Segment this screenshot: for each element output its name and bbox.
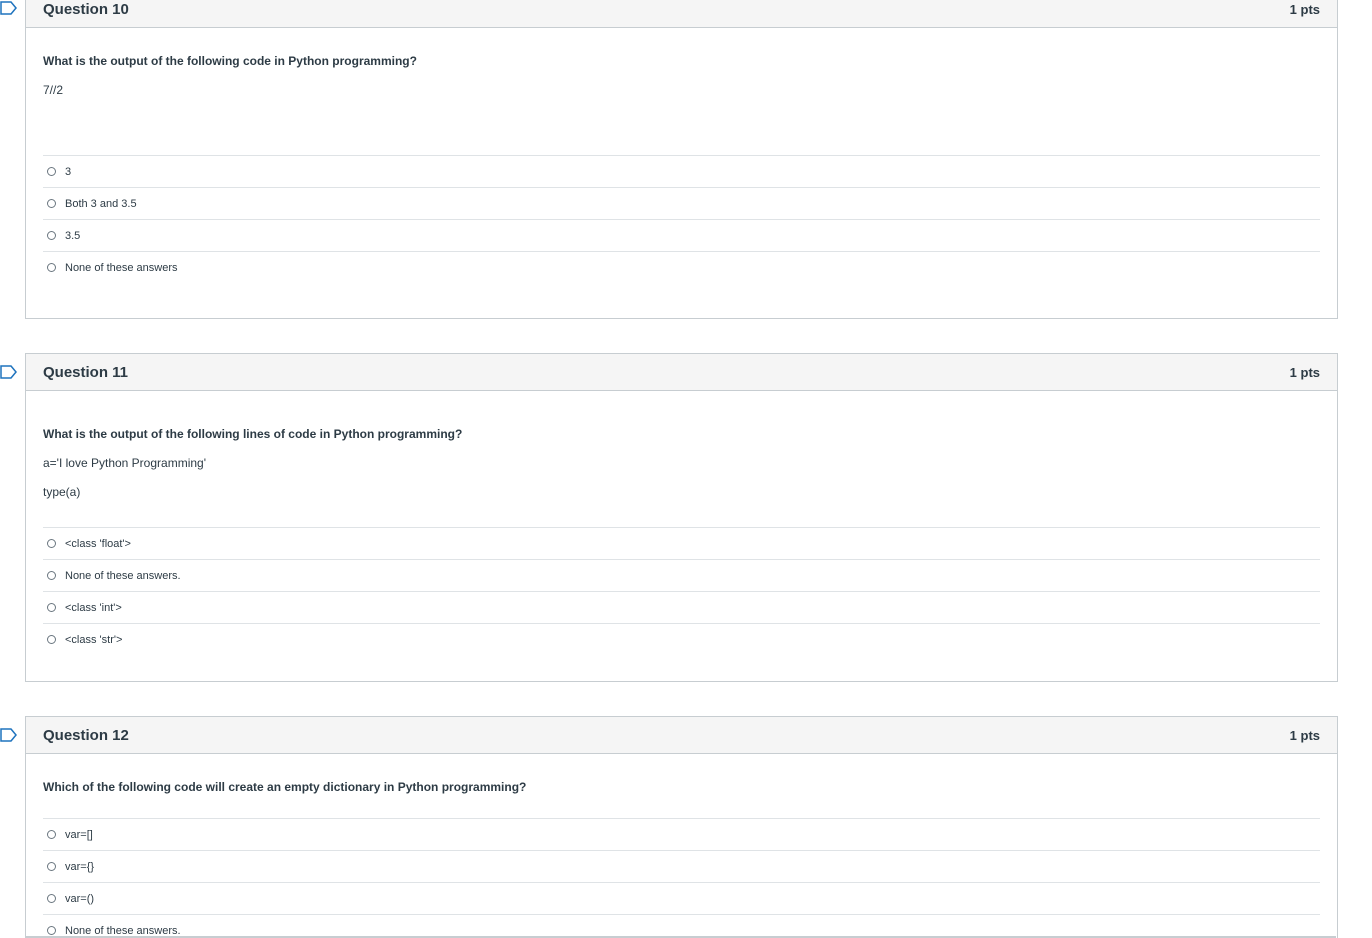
question-title: Question 12: [43, 726, 129, 744]
question-header: Question 12 1 pts: [26, 717, 1337, 754]
radio-button-icon[interactable]: [47, 167, 56, 176]
question-12: Question 12 1 pts Which of the following…: [25, 716, 1338, 938]
question-body: What is the output of the following line…: [26, 427, 1337, 655]
answer-option[interactable]: <class 'int'>: [43, 592, 1320, 624]
radio-button-icon[interactable]: [47, 571, 56, 580]
question-text: What is the output of the following code…: [43, 54, 417, 68]
answer-label: None of these answers: [65, 261, 178, 274]
answer-option[interactable]: <class 'float'>: [43, 528, 1320, 560]
answer-option[interactable]: var=[]: [43, 819, 1320, 851]
radio-button-icon[interactable]: [47, 926, 56, 935]
radio-button-icon[interactable]: [47, 263, 56, 272]
answer-label: None of these answers.: [65, 924, 181, 937]
question-code-line: 7//2: [43, 83, 64, 97]
flag-question-11-icon[interactable]: [0, 365, 18, 379]
flag-question-12-icon[interactable]: [0, 728, 18, 742]
answer-option[interactable]: 3: [43, 156, 1320, 188]
question-11: Question 11 1 pts What is the output of …: [25, 353, 1338, 682]
radio-button-icon[interactable]: [47, 231, 56, 240]
question-title: Question 10: [43, 0, 129, 18]
answer-option[interactable]: None of these answers.: [43, 560, 1320, 592]
answer-label: None of these answers.: [65, 569, 181, 582]
answer-option[interactable]: None of these answers.: [43, 915, 1320, 938]
radio-button-icon[interactable]: [47, 603, 56, 612]
answer-option[interactable]: var=(): [43, 883, 1320, 915]
radio-button-icon[interactable]: [47, 199, 56, 208]
answer-label: <class 'float'>: [65, 537, 131, 550]
question-text: What is the output of the following line…: [43, 427, 463, 441]
answer-list: var=[] var={} var=() None of these answe…: [43, 818, 1320, 938]
answer-option[interactable]: <class 'str'>: [43, 624, 1320, 655]
answer-option[interactable]: 3.5: [43, 220, 1320, 252]
answer-label: var={}: [65, 860, 95, 873]
answer-label: <class 'str'>: [65, 633, 123, 646]
radio-button-icon[interactable]: [47, 830, 56, 839]
radio-button-icon[interactable]: [47, 539, 56, 548]
answer-list: 3 Both 3 and 3.5 3.5 None of these answe…: [43, 155, 1320, 283]
question-text: Which of the following code will create …: [43, 780, 527, 794]
question-10: Question 10 1 pts What is the output of …: [25, 0, 1338, 319]
radio-button-icon[interactable]: [47, 894, 56, 903]
question-body: What is the output of the following code…: [26, 54, 1337, 283]
question-header: Question 11 1 pts: [26, 354, 1337, 391]
answer-label: var=[]: [65, 828, 93, 841]
answer-list: <class 'float'> None of these answers. <…: [43, 527, 1320, 655]
question-header: Question 10 1 pts: [26, 0, 1337, 28]
answer-label: <class 'int'>: [65, 601, 122, 614]
flag-question-10-icon[interactable]: [0, 1, 18, 15]
radio-button-icon[interactable]: [47, 635, 56, 644]
answer-option[interactable]: Both 3 and 3.5: [43, 188, 1320, 220]
question-body: Which of the following code will create …: [26, 780, 1337, 938]
answer-option[interactable]: None of these answers: [43, 252, 1320, 283]
question-code-line: a='I love Python Programming': [43, 456, 206, 470]
answer-option[interactable]: var={}: [43, 851, 1320, 883]
answer-label: 3: [65, 165, 72, 178]
question-points: 1 pts: [1289, 1, 1320, 17]
quiz-page: Question 10 1 pts What is the output of …: [0, 0, 1372, 938]
question-points: 1 pts: [1289, 727, 1320, 743]
question-points: 1 pts: [1289, 364, 1320, 380]
question-title: Question 11: [43, 363, 129, 381]
answer-label: Both 3 and 3.5: [65, 197, 137, 210]
answer-label: 3.5: [65, 229, 81, 242]
question-code-line: type(a): [43, 485, 81, 499]
radio-button-icon[interactable]: [47, 862, 56, 871]
answer-label: var=(): [65, 892, 95, 905]
